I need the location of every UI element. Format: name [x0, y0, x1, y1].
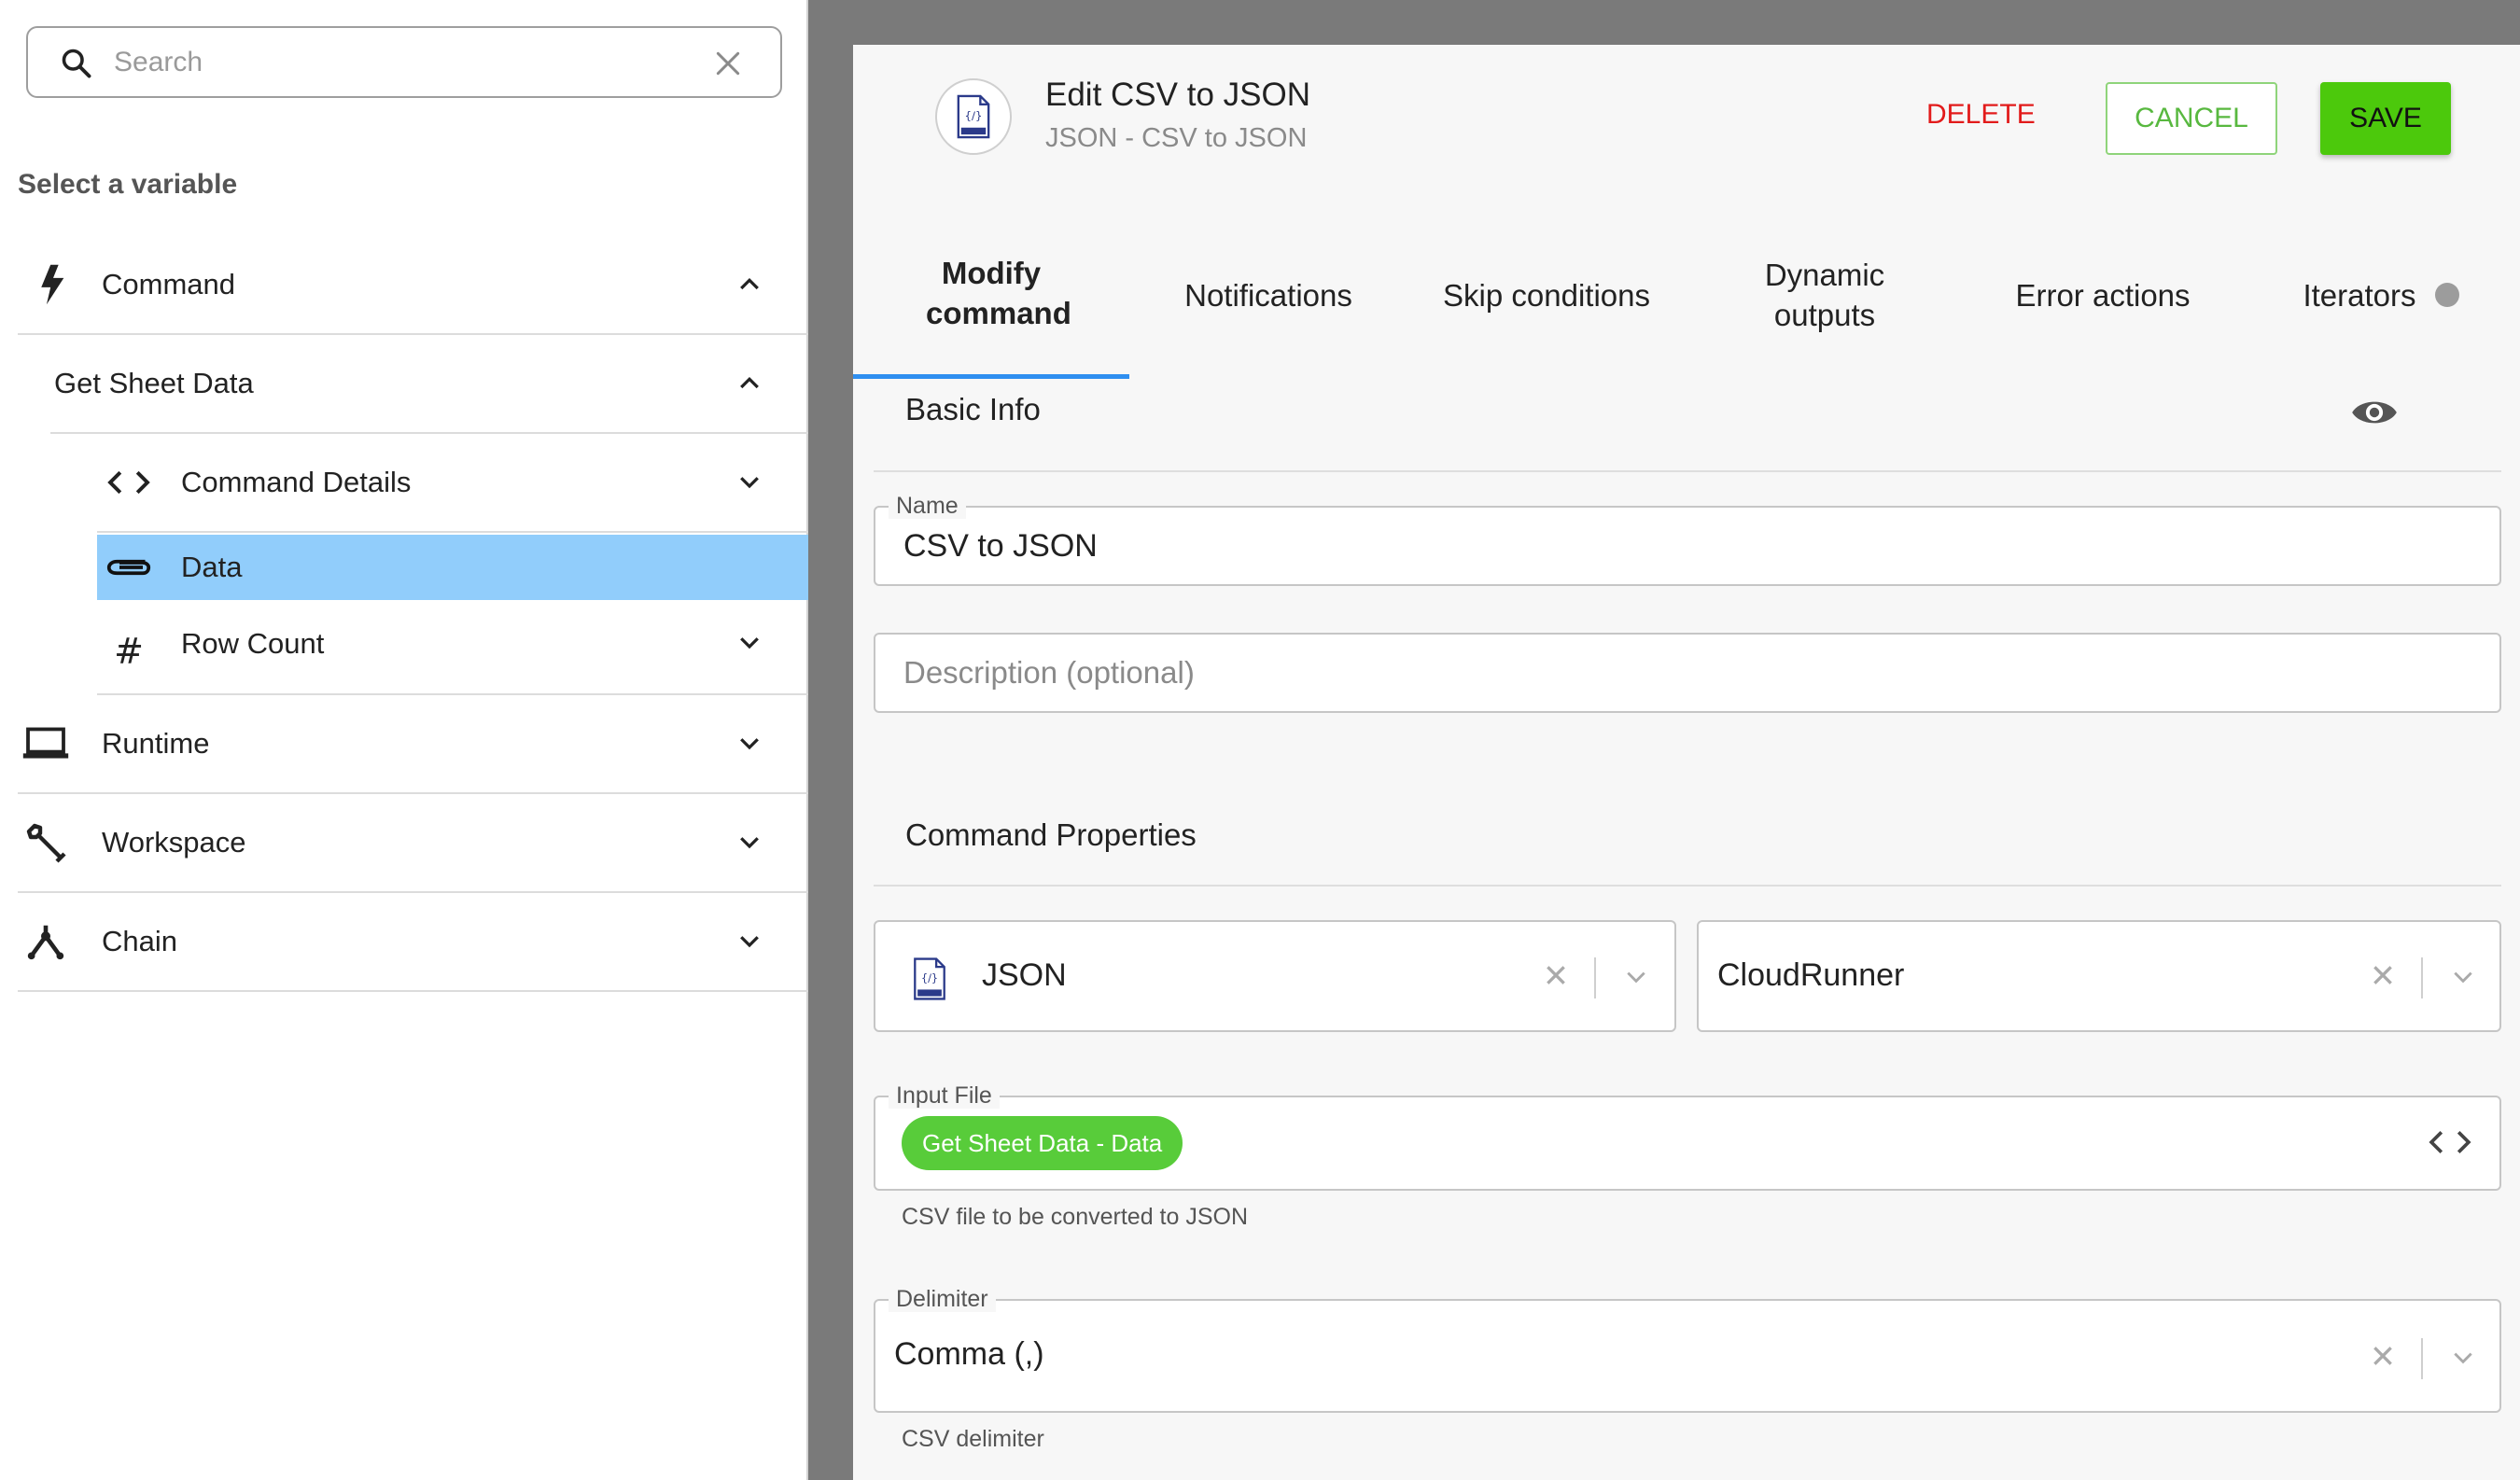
wrench-icon — [21, 818, 70, 867]
select-separator — [2421, 1338, 2423, 1379]
input-file-label: Input File — [889, 1082, 1000, 1109]
picker-item-label: Get Sheet Data — [54, 367, 254, 399]
picker-item-data[interactable]: Data — [97, 535, 808, 600]
clear-icon[interactable] — [2371, 1344, 2395, 1368]
chevron-up-icon[interactable] — [735, 270, 763, 298]
picker-title: Select a variable — [18, 169, 238, 200]
divider — [874, 470, 2501, 472]
edit-command-panel: {/} Edit CSV to JSON JSON - CSV to JSON … — [853, 45, 2520, 1480]
tab-error-actions[interactable]: Error actions — [1964, 211, 2242, 379]
picker-item-workspace[interactable]: Workspace — [18, 794, 808, 893]
runner-value: CloudRunner — [1717, 957, 1905, 993]
description-field[interactable]: Description (optional) — [874, 633, 2501, 713]
command-properties-heading: Command Properties — [905, 817, 1197, 852]
picker-item-label: Workspace — [102, 826, 246, 859]
editor-subtitle: JSON - CSV to JSON — [1045, 123, 1308, 153]
tab-notifications[interactable]: Notifications — [1129, 211, 1407, 379]
chevron-down-icon[interactable] — [735, 729, 763, 757]
picker-item-get-sheet-data[interactable]: Get Sheet Data — [50, 335, 808, 434]
name-field-value[interactable]: CSV to JSON — [903, 528, 1098, 565]
clear-icon[interactable] — [1544, 963, 1568, 987]
tab-dynamic-outputs[interactable]: Dynamic outputs — [1686, 211, 1964, 379]
cancel-button[interactable]: CANCEL — [2106, 82, 2277, 155]
svg-text:{/}: {/} — [965, 109, 983, 122]
variable-picker-panel: Select a variable Command Get Sheet Data… — [0, 0, 808, 1480]
picker-item-label: Command Details — [181, 466, 412, 498]
name-field-label: Name — [889, 493, 966, 519]
picker-item-chain[interactable]: Chain — [18, 893, 808, 992]
chevron-down-icon[interactable] — [735, 628, 763, 656]
paperclip-icon — [105, 543, 153, 592]
code-icon — [105, 458, 153, 507]
picker-item-row-count[interactable]: # Row Count — [97, 594, 808, 695]
integration-select[interactable]: {/} JSON — [874, 920, 1676, 1032]
clear-search-icon[interactable] — [713, 49, 743, 78]
input-file-field[interactable]: Input File Get Sheet Data - Data — [874, 1082, 2501, 1191]
chain-icon — [21, 917, 70, 966]
basic-info-heading: Basic Info — [905, 392, 1041, 426]
chevron-down-icon[interactable] — [2449, 965, 2477, 989]
hash-icon: # — [114, 631, 144, 672]
picker-item-runtime[interactable]: Runtime — [18, 695, 808, 794]
picker-item-label: Chain — [102, 925, 177, 957]
tab-modify-command[interactable]: Modify command — [853, 211, 1129, 379]
search-box[interactable] — [26, 26, 782, 98]
delete-button[interactable]: DELETE — [1926, 99, 2036, 131]
picker-item-command-details[interactable]: Command Details — [97, 434, 808, 533]
picker-item-command[interactable]: Command — [18, 236, 808, 335]
editor-title: Edit CSV to JSON — [1045, 77, 1310, 113]
picker-item-label: Row Count — [181, 627, 325, 660]
delimiter-label: Delimiter — [889, 1286, 996, 1312]
chevron-down-icon[interactable] — [735, 828, 763, 856]
clear-icon[interactable] — [2371, 963, 2395, 987]
tab-iterators[interactable]: Iterators — [2242, 211, 2520, 379]
chevron-down-icon[interactable] — [735, 468, 763, 496]
delimiter-select[interactable]: Delimiter Comma (,) — [874, 1286, 2501, 1413]
select-separator — [1594, 957, 1596, 998]
save-button[interactable]: SAVE — [2320, 82, 2451, 155]
search-icon — [62, 49, 91, 78]
code-icon[interactable] — [2429, 1125, 2471, 1159]
chevron-down-icon[interactable] — [2449, 1346, 2477, 1370]
integration-value: JSON — [982, 957, 1067, 993]
search-input[interactable] — [114, 41, 711, 84]
json-file-icon: {/} — [914, 957, 945, 1000]
lightning-icon — [29, 260, 77, 309]
divider — [874, 885, 2501, 887]
picker-item-label: Runtime — [102, 727, 210, 760]
laptop-icon — [21, 719, 70, 768]
tab-skip-conditions[interactable]: Skip conditions — [1407, 211, 1686, 379]
picker-item-label: Command — [102, 268, 235, 300]
delimiter-helper: CSV delimiter — [902, 1426, 1044, 1452]
svg-text:{/}: {/} — [921, 971, 938, 984]
chevron-up-icon[interactable] — [735, 369, 763, 397]
picker-item-label: Data — [181, 551, 243, 583]
runner-select[interactable]: CloudRunner — [1697, 920, 2501, 1032]
input-file-helper: CSV file to be converted to JSON — [902, 1204, 1249, 1230]
description-placeholder[interactable]: Description (optional) — [903, 655, 1195, 691]
select-separator — [2421, 957, 2423, 998]
chevron-down-icon[interactable] — [735, 927, 763, 955]
chevron-down-icon[interactable] — [1622, 965, 1650, 989]
editor-tabs: Modify command Notifications Skip condit… — [853, 211, 2520, 379]
eye-icon[interactable] — [2350, 394, 2399, 431]
delimiter-value: Comma (,) — [894, 1336, 1044, 1372]
iterator-status-dot — [2434, 283, 2459, 307]
name-field[interactable]: Name CSV to JSON — [874, 493, 2501, 586]
json-file-icon: {/} — [935, 78, 1012, 155]
input-file-chip[interactable]: Get Sheet Data - Data — [902, 1116, 1183, 1170]
